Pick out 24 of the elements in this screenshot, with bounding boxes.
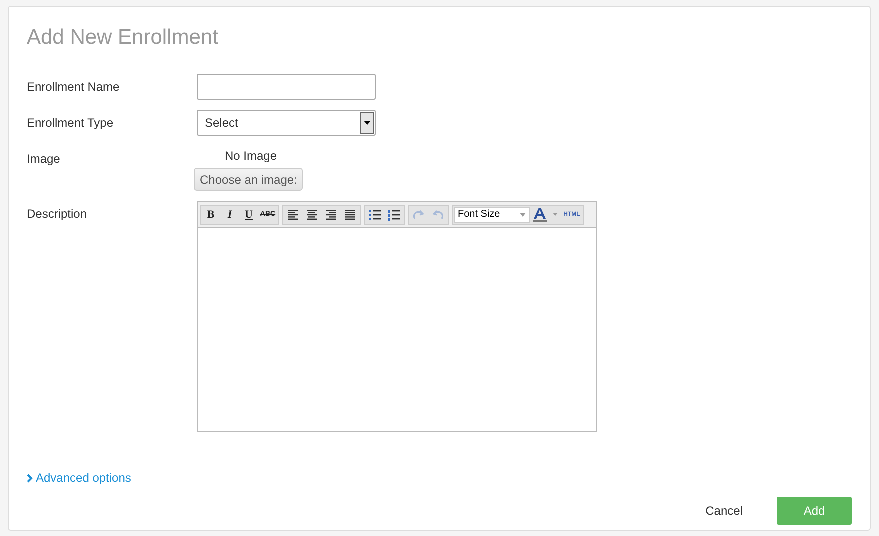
field-label: Enrollment Name [27, 80, 120, 94]
justify-icon[interactable] [344, 208, 356, 220]
dialog-title: Add New Enrollment [27, 26, 220, 50]
image-status: No Image [225, 149, 278, 163]
advanced-options-link[interactable]: Advanced options [36, 471, 132, 485]
italic-button[interactable]: I [221, 206, 239, 222]
chevron-icon[interactable] [27, 474, 33, 482]
input-field[interactable] [197, 74, 376, 100]
choose-image-button[interactable]: Choose an image: [194, 168, 304, 191]
caret-icon[interactable] [364, 121, 370, 125]
bulleted-list-icon[interactable] [369, 208, 381, 220]
cancel-button[interactable]: Cancel [696, 498, 753, 524]
align-center-icon[interactable] [306, 208, 318, 220]
type-dropdown[interactable]: Select [197, 110, 376, 136]
field-label: Image [27, 152, 60, 166]
font-size-dropdown[interactable]: Font Size [454, 206, 530, 222]
underline-button[interactable]: U [240, 206, 258, 222]
numbered-list-icon[interactable] [388, 208, 400, 220]
text-color-icon[interactable] [532, 207, 560, 222]
bold-button[interactable]: B [202, 206, 220, 222]
field-label: Description [27, 207, 88, 221]
field-label: Enrollment Type [27, 116, 114, 130]
align-right-icon[interactable] [325, 208, 337, 220]
align-left-icon[interactable] [287, 208, 299, 220]
